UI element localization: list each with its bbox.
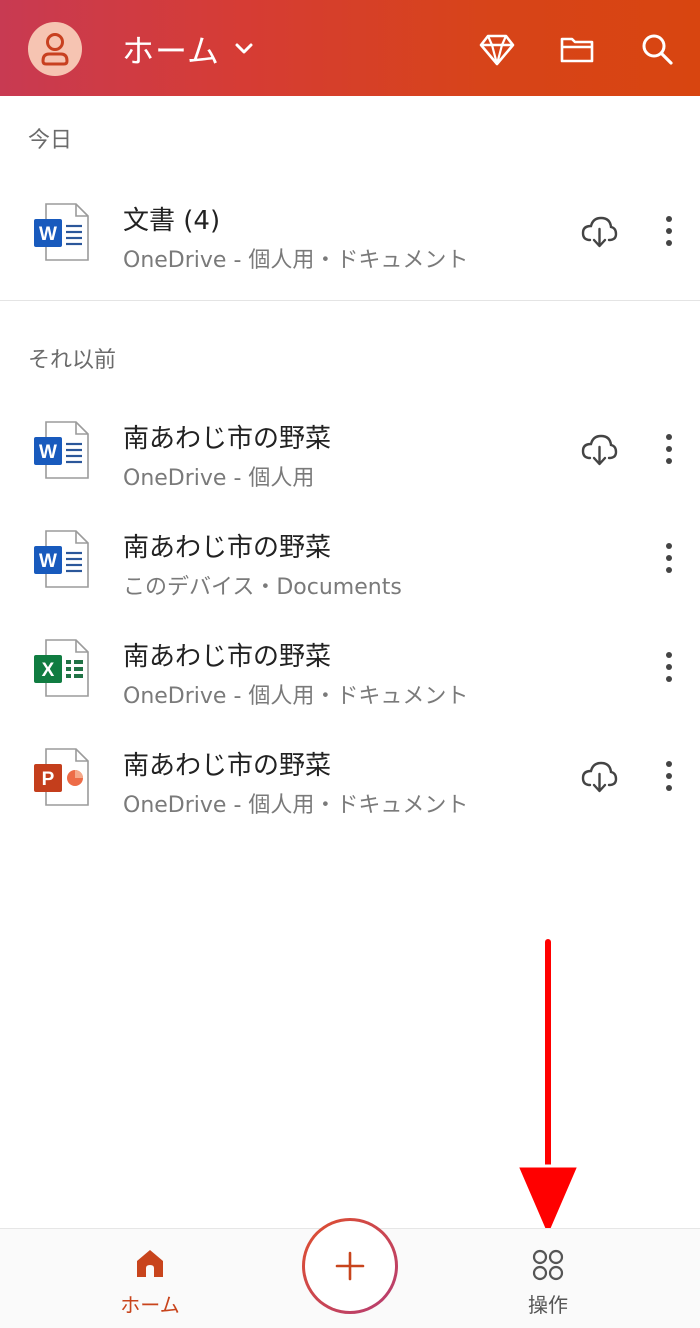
svg-text:W: W bbox=[39, 551, 57, 572]
word-file-icon: W bbox=[34, 421, 89, 479]
nav-home[interactable]: ホーム bbox=[80, 1229, 220, 1328]
svg-text:W: W bbox=[39, 442, 57, 463]
cloud-download-icon[interactable] bbox=[580, 759, 618, 795]
file-name: 南あわじ市の野菜 bbox=[123, 424, 332, 454]
chevron-down-icon bbox=[235, 43, 253, 54]
cloud-download-icon[interactable] bbox=[580, 432, 618, 468]
create-button[interactable] bbox=[302, 1218, 398, 1314]
file-location: OneDrive - 個人用・ドキュメント bbox=[123, 793, 469, 818]
section-label-today: 今日 bbox=[28, 128, 73, 153]
file-location: OneDrive - 個人用・ドキュメント bbox=[123, 248, 469, 273]
word-file-icon: W bbox=[34, 203, 89, 261]
plus-icon bbox=[335, 1251, 365, 1281]
diamond-icon[interactable] bbox=[478, 30, 516, 68]
powerpoint-file-icon: P bbox=[34, 748, 89, 806]
more-options-icon[interactable] bbox=[656, 537, 682, 579]
page-title: ホーム bbox=[122, 32, 221, 70]
annotation-arrow-icon bbox=[515, 938, 581, 1240]
account-switcher[interactable]: ホーム bbox=[122, 26, 254, 72]
svg-text:X: X bbox=[42, 660, 55, 681]
section-divider bbox=[0, 300, 700, 301]
apps-icon bbox=[532, 1249, 564, 1281]
svg-text:W: W bbox=[39, 224, 57, 245]
avatar-icon bbox=[41, 33, 69, 66]
excel-file-icon: X bbox=[34, 639, 89, 697]
more-options-icon[interactable] bbox=[656, 755, 682, 797]
file-name: 文書 (4) bbox=[123, 206, 221, 236]
more-options-icon[interactable] bbox=[656, 646, 682, 688]
nav-actions[interactable]: 操作 bbox=[478, 1229, 618, 1328]
file-row[interactable]: X 南あわじ市の野菜 OneDrive - 個人用・ドキュメント bbox=[0, 616, 700, 720]
avatar[interactable] bbox=[28, 22, 82, 76]
more-options-icon[interactable] bbox=[656, 428, 682, 470]
nav-home-label: ホーム bbox=[120, 1293, 180, 1317]
folder-icon[interactable] bbox=[558, 30, 596, 68]
file-name: 南あわじ市の野菜 bbox=[123, 533, 332, 563]
more-options-icon[interactable] bbox=[656, 210, 682, 252]
svg-text:P: P bbox=[42, 769, 55, 790]
file-row[interactable]: W 南あわじ市の野菜 OneDrive - 個人用 bbox=[0, 398, 700, 502]
home-icon bbox=[137, 1250, 163, 1277]
nav-actions-label: 操作 bbox=[528, 1293, 568, 1317]
file-location: このデバイス・Documents bbox=[123, 575, 402, 600]
file-row[interactable]: W 南あわじ市の野菜 このデバイス・Documents bbox=[0, 507, 700, 611]
file-name: 南あわじ市の野菜 bbox=[123, 751, 332, 781]
word-file-icon: W bbox=[34, 530, 89, 588]
file-row[interactable]: W 文書 (4) OneDrive - 個人用・ドキュメント bbox=[0, 180, 700, 284]
file-name: 南あわじ市の野菜 bbox=[123, 642, 332, 672]
file-location: OneDrive - 個人用・ドキュメント bbox=[123, 684, 469, 709]
cloud-download-icon[interactable] bbox=[580, 214, 618, 250]
section-label-earlier: それ以前 bbox=[28, 348, 117, 373]
search-icon[interactable] bbox=[638, 30, 676, 68]
file-row[interactable]: P 南あわじ市の野菜 OneDrive - 個人用・ドキュメント bbox=[0, 725, 700, 829]
file-location: OneDrive - 個人用 bbox=[123, 466, 315, 491]
app-header: ホーム bbox=[0, 0, 700, 96]
